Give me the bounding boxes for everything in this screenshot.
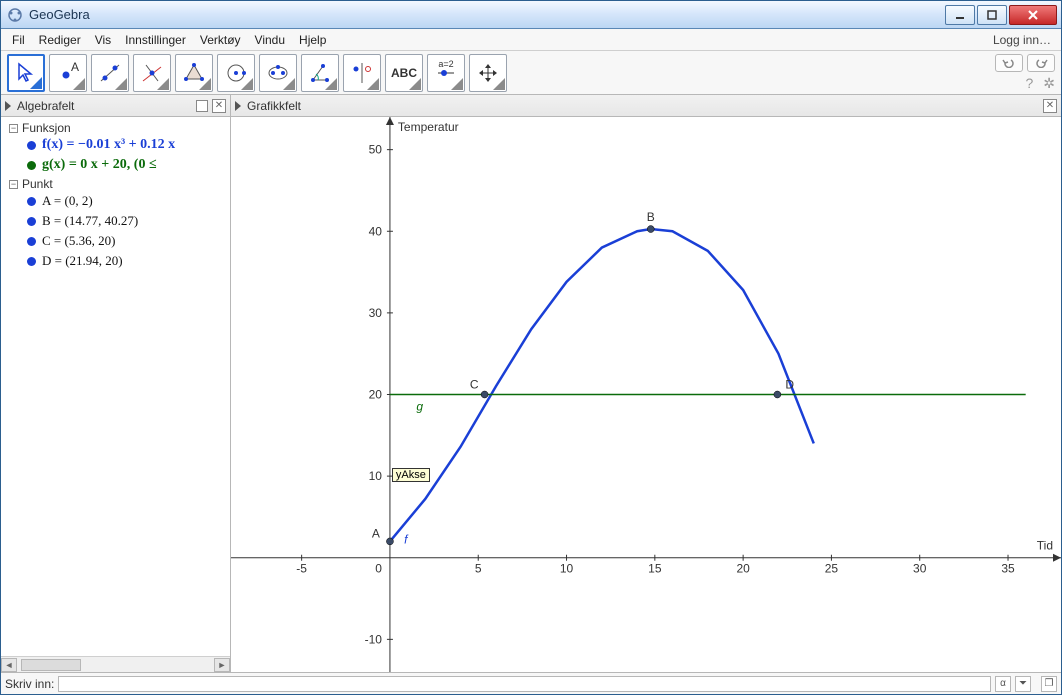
app-icon (7, 7, 23, 23)
tool-perpendicular[interactable] (133, 54, 171, 92)
menu-rediger[interactable]: Rediger (32, 31, 88, 49)
tool-reflect[interactable] (343, 54, 381, 92)
collapse-icon (5, 101, 11, 111)
tool-text[interactable]: ABC (385, 54, 423, 92)
chart-svg: -5 5 10 15 20 25 30 35 -10 10 20 30 40 50 0 Temperatur T… (231, 117, 1061, 672)
gear-icon[interactable]: ✲ (1043, 75, 1055, 92)
graphics-title: Grafikkfelt (247, 99, 1039, 113)
tool-angle[interactable] (301, 54, 339, 92)
window: GeoGebra Fil Rediger Vis Innstillinger V… (0, 0, 1062, 695)
h-scrollbar[interactable]: ◄ ► (1, 656, 230, 672)
menu-vis[interactable]: Vis (88, 31, 118, 49)
toolbar: A ABC a=2 ? ✲ (1, 51, 1061, 95)
svg-text:A: A (372, 526, 380, 540)
graphics-panel: Grafikkfelt ✕ -5 5 10 15 20 25 30 35 -10 10 20 30 40… (231, 95, 1061, 672)
tool-ellipse[interactable] (259, 54, 297, 92)
popout-icon[interactable] (196, 100, 208, 112)
tool-pan[interactable] (469, 54, 507, 92)
graphics-header[interactable]: Grafikkfelt ✕ (231, 95, 1061, 117)
svg-text:20: 20 (369, 388, 383, 402)
svg-text:30: 30 (369, 306, 383, 320)
scroll-thumb[interactable] (21, 659, 81, 671)
group-funksjon: −Funksjon f(x) = −0.01 x³ + 0.12 x g(x) … (3, 121, 228, 175)
tool-point[interactable]: A (49, 54, 87, 92)
svg-text:0: 0 (375, 562, 382, 576)
maximize-button[interactable] (977, 5, 1007, 25)
input-label: Skriv inn: (5, 677, 54, 691)
alpha-button[interactable]: α (995, 676, 1011, 692)
tool-circle[interactable] (217, 54, 255, 92)
axis-tooltip: yAkse (392, 468, 430, 482)
menu-vindu[interactable]: Vindu (248, 31, 292, 49)
tool-slider[interactable]: a=2 (427, 54, 465, 92)
svg-text:30: 30 (913, 562, 927, 576)
point-B (647, 226, 654, 233)
group-header[interactable]: −Punkt (9, 177, 228, 191)
svg-text:C: C (470, 378, 479, 392)
svg-text:-5: -5 (296, 562, 307, 576)
tool-move[interactable] (7, 54, 45, 92)
svg-text:15: 15 (648, 562, 662, 576)
svg-text:f: f (404, 532, 409, 546)
menu-fil[interactable]: Fil (5, 31, 32, 49)
svg-text:25: 25 (825, 562, 839, 576)
svg-text:D: D (785, 378, 794, 392)
undo-button[interactable] (995, 54, 1023, 72)
svg-text:40: 40 (369, 224, 383, 238)
alg-item-b[interactable]: B = (14.77, 40.27) (9, 211, 228, 231)
popup-button[interactable]: ❐ (1041, 676, 1057, 692)
svg-text:10: 10 (560, 562, 574, 576)
dropdown-button[interactable]: ⏷ (1015, 676, 1031, 692)
svg-text:5: 5 (475, 562, 482, 576)
close-icon[interactable]: ✕ (212, 99, 226, 113)
command-input[interactable] (58, 676, 991, 692)
tool-polygon[interactable] (175, 54, 213, 92)
window-title: GeoGebra (29, 7, 943, 22)
series-f (390, 229, 814, 541)
window-controls (943, 5, 1057, 25)
svg-text:20: 20 (736, 562, 750, 576)
algebra-header[interactable]: Algebrafelt ✕ (1, 95, 230, 117)
point-A (386, 538, 393, 545)
help-icon[interactable]: ? (1025, 75, 1033, 92)
alg-item-a[interactable]: A = (0, 2) (9, 191, 228, 211)
svg-text:-10: -10 (365, 632, 383, 646)
tool-line[interactable] (91, 54, 129, 92)
titlebar: GeoGebra (1, 1, 1061, 29)
graphics-view[interactable]: -5 5 10 15 20 25 30 35 -10 10 20 30 40 50 0 Temperatur T… (231, 117, 1061, 672)
group-header[interactable]: −Funksjon (9, 121, 228, 135)
redo-button[interactable] (1027, 54, 1055, 72)
input-bar: Skriv inn: α ⏷ ❐ (1, 672, 1061, 694)
collapse-icon (235, 101, 241, 111)
alg-item-d[interactable]: D = (21.94, 20) (9, 251, 228, 271)
minimize-button[interactable] (945, 5, 975, 25)
algebra-panel: Algebrafelt ✕ −Funksjon f(x) = −0.01 x³ … (1, 95, 231, 672)
point-D (774, 391, 781, 398)
x-label: Tid (1037, 539, 1053, 553)
alg-item-g[interactable]: g(x) = 0 x + 20, (0 ≤ (9, 155, 228, 175)
close-icon[interactable]: ✕ (1043, 99, 1057, 113)
algebra-body: −Funksjon f(x) = −0.01 x³ + 0.12 x g(x) … (1, 117, 230, 656)
svg-text:10: 10 (369, 469, 383, 483)
svg-text:B: B (647, 210, 655, 224)
group-punkt: −Punkt A = (0, 2) B = (14.77, 40.27) C =… (3, 177, 228, 271)
menu-hjelp[interactable]: Hjelp (292, 31, 333, 49)
svg-text:35: 35 (1001, 562, 1015, 576)
menubar: Fil Rediger Vis Innstillinger Verktøy Vi… (1, 29, 1061, 51)
svg-text:A: A (71, 61, 79, 74)
main-area: Algebrafelt ✕ −Funksjon f(x) = −0.01 x³ … (1, 95, 1061, 672)
scroll-right-icon[interactable]: ► (214, 658, 230, 672)
point-C (481, 391, 488, 398)
algebra-title: Algebrafelt (17, 99, 192, 113)
svg-text:g: g (416, 400, 423, 414)
alg-item-f[interactable]: f(x) = −0.01 x³ + 0.12 x (9, 135, 228, 155)
close-button[interactable] (1009, 5, 1057, 25)
alg-item-c[interactable]: C = (5.36, 20) (9, 231, 228, 251)
svg-text:50: 50 (369, 143, 383, 157)
y-label: Temperatur (398, 120, 459, 134)
scroll-left-icon[interactable]: ◄ (1, 658, 17, 672)
menu-innstillinger[interactable]: Innstillinger (118, 31, 193, 49)
login-link[interactable]: Logg inn… (987, 31, 1057, 49)
menu-verktoy[interactable]: Verktøy (193, 31, 248, 49)
